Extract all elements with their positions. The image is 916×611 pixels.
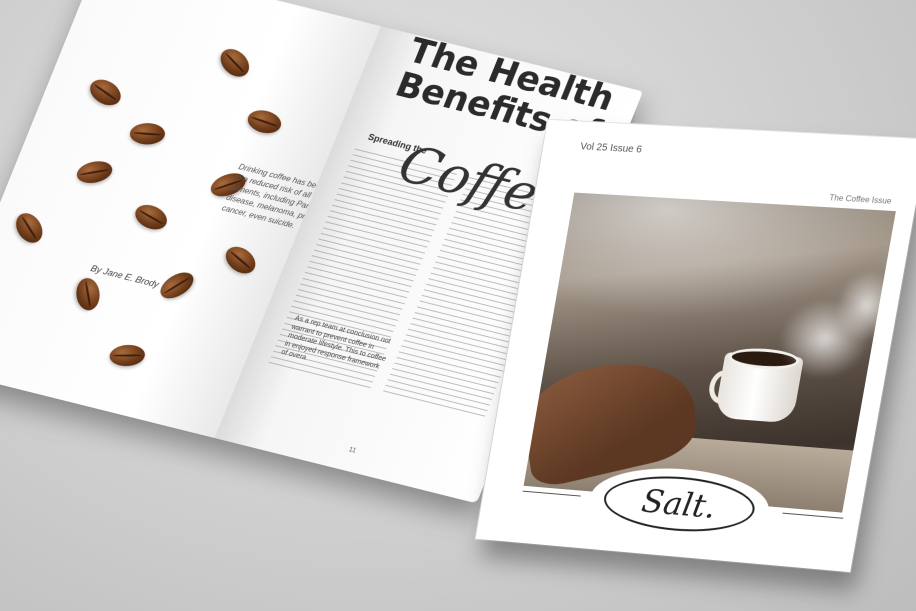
coffee-bean-image [220,241,262,279]
coffee-bean-image [214,43,255,82]
coffee-bean-image [155,267,198,304]
coffee-bean-image [243,106,286,138]
coffee-bean-image [84,74,127,111]
coffee-bean-image [127,121,168,146]
coffee-bean-image [73,275,102,313]
logo-rule-left [522,490,581,497]
coffee-bean-image [10,208,48,248]
cover-tagline: The Coffee Issue [828,193,893,206]
article-byline: By Jane E. Brody [89,263,161,290]
coffee-bean-image [76,158,113,186]
coffee-bean-image [130,199,173,235]
magazine-cover: Vol 25 Issue 6 The Coffee Issue Salt. [475,119,916,573]
magazine-scene: Drinking coffee has been linked to a red… [0,0,916,611]
steam-image [829,268,896,344]
logo-rule-right [782,512,844,519]
page-number: 11 [347,446,358,455]
issue-label: Vol 25 Issue 6 [579,141,643,156]
cover-photo [523,192,896,513]
coffee-bean-image [108,344,147,367]
salt-logo: Salt. [599,471,760,538]
